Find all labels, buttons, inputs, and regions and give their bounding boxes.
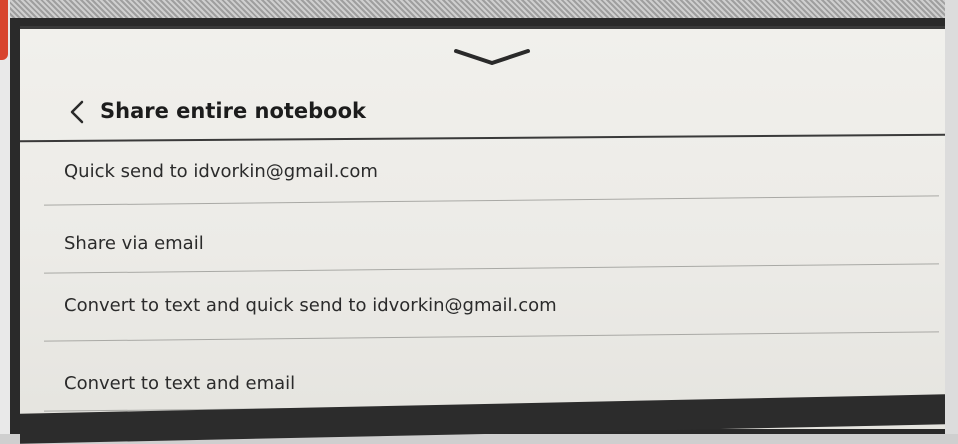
top-textured-bezel bbox=[10, 0, 948, 18]
panel-header: Share entire notebook bbox=[20, 87, 945, 133]
right-window-edge bbox=[945, 0, 958, 434]
chevron-left-icon[interactable] bbox=[68, 99, 86, 125]
menu-item-label: Share via email bbox=[64, 233, 204, 254]
menu-item-convert-quick-send[interactable]: Convert to text and quick send to idvork… bbox=[44, 277, 939, 342]
divider bbox=[44, 263, 939, 274]
menu-item-label: Convert to text and quick send to idvork… bbox=[64, 295, 557, 316]
chevron-down-icon[interactable] bbox=[452, 45, 532, 67]
left-window-edge bbox=[0, 0, 10, 434]
menu-item-share-email[interactable]: Share via email bbox=[44, 209, 939, 274]
page-title: Share entire notebook bbox=[100, 99, 367, 123]
divider bbox=[44, 331, 939, 342]
red-tab bbox=[0, 0, 8, 60]
menu-item-quick-send[interactable]: Quick send to idvorkin@gmail.com bbox=[44, 141, 939, 206]
divider bbox=[44, 195, 939, 206]
share-panel: Share entire notebook Quick send to idvo… bbox=[20, 26, 945, 429]
menu-item-label: Convert to text and email bbox=[64, 373, 296, 394]
menu-item-label: Quick send to idvorkin@gmail.com bbox=[64, 161, 378, 182]
